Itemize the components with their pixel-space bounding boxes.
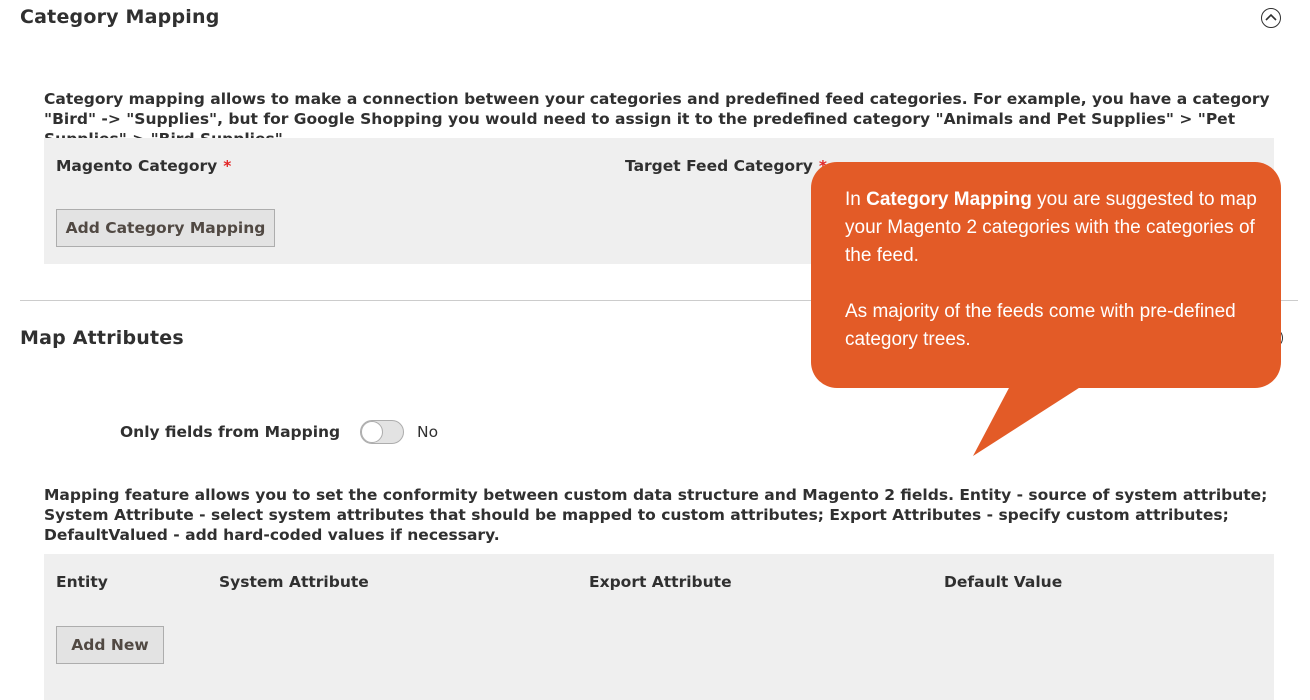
tooltip-tail xyxy=(973,386,1082,456)
magento-category-header: Magento Category * xyxy=(56,157,231,175)
magento-category-label: Magento Category xyxy=(56,157,218,175)
tooltip-bold-text: Category Mapping xyxy=(866,189,1032,210)
add-new-button[interactable]: Add New xyxy=(56,626,164,664)
tooltip-paragraph-2: As majority of the feeds come with pre-d… xyxy=(845,301,1236,350)
target-feed-category-label: Target Feed Category xyxy=(625,157,813,175)
default-value-header: Default Value xyxy=(944,573,1063,591)
system-attribute-header: System Attribute xyxy=(219,573,369,591)
tooltip-paragraph-1: In Category Mapping you are suggested to… xyxy=(845,186,1261,270)
map-attributes-description: Mapping feature allows you to set the co… xyxy=(44,486,1268,544)
map-attributes-grid: Entity System Attribute Export Attribute… xyxy=(44,554,1274,700)
category-mapping-title[interactable]: Category Mapping xyxy=(20,6,220,28)
export-attribute-header: Export Attribute xyxy=(589,573,732,591)
entity-header: Entity xyxy=(56,573,108,591)
toggle-knob xyxy=(361,421,383,443)
page: Category Mapping Category mapping allows… xyxy=(0,0,1310,700)
only-fields-from-mapping-toggle[interactable] xyxy=(360,420,404,444)
only-fields-from-mapping-label: Only fields from Mapping xyxy=(120,423,341,441)
toggle-value: No xyxy=(417,423,439,441)
tooltip-callout: In Category Mapping you are suggested to… xyxy=(811,162,1281,388)
required-mark: * xyxy=(223,157,232,175)
collapse-icon[interactable] xyxy=(1261,8,1281,28)
tooltip-text: In xyxy=(845,189,867,210)
target-feed-category-header: Target Feed Category* xyxy=(625,157,827,175)
map-attributes-title[interactable]: Map Attributes xyxy=(20,327,184,349)
add-category-mapping-button[interactable]: Add Category Mapping xyxy=(56,209,275,247)
